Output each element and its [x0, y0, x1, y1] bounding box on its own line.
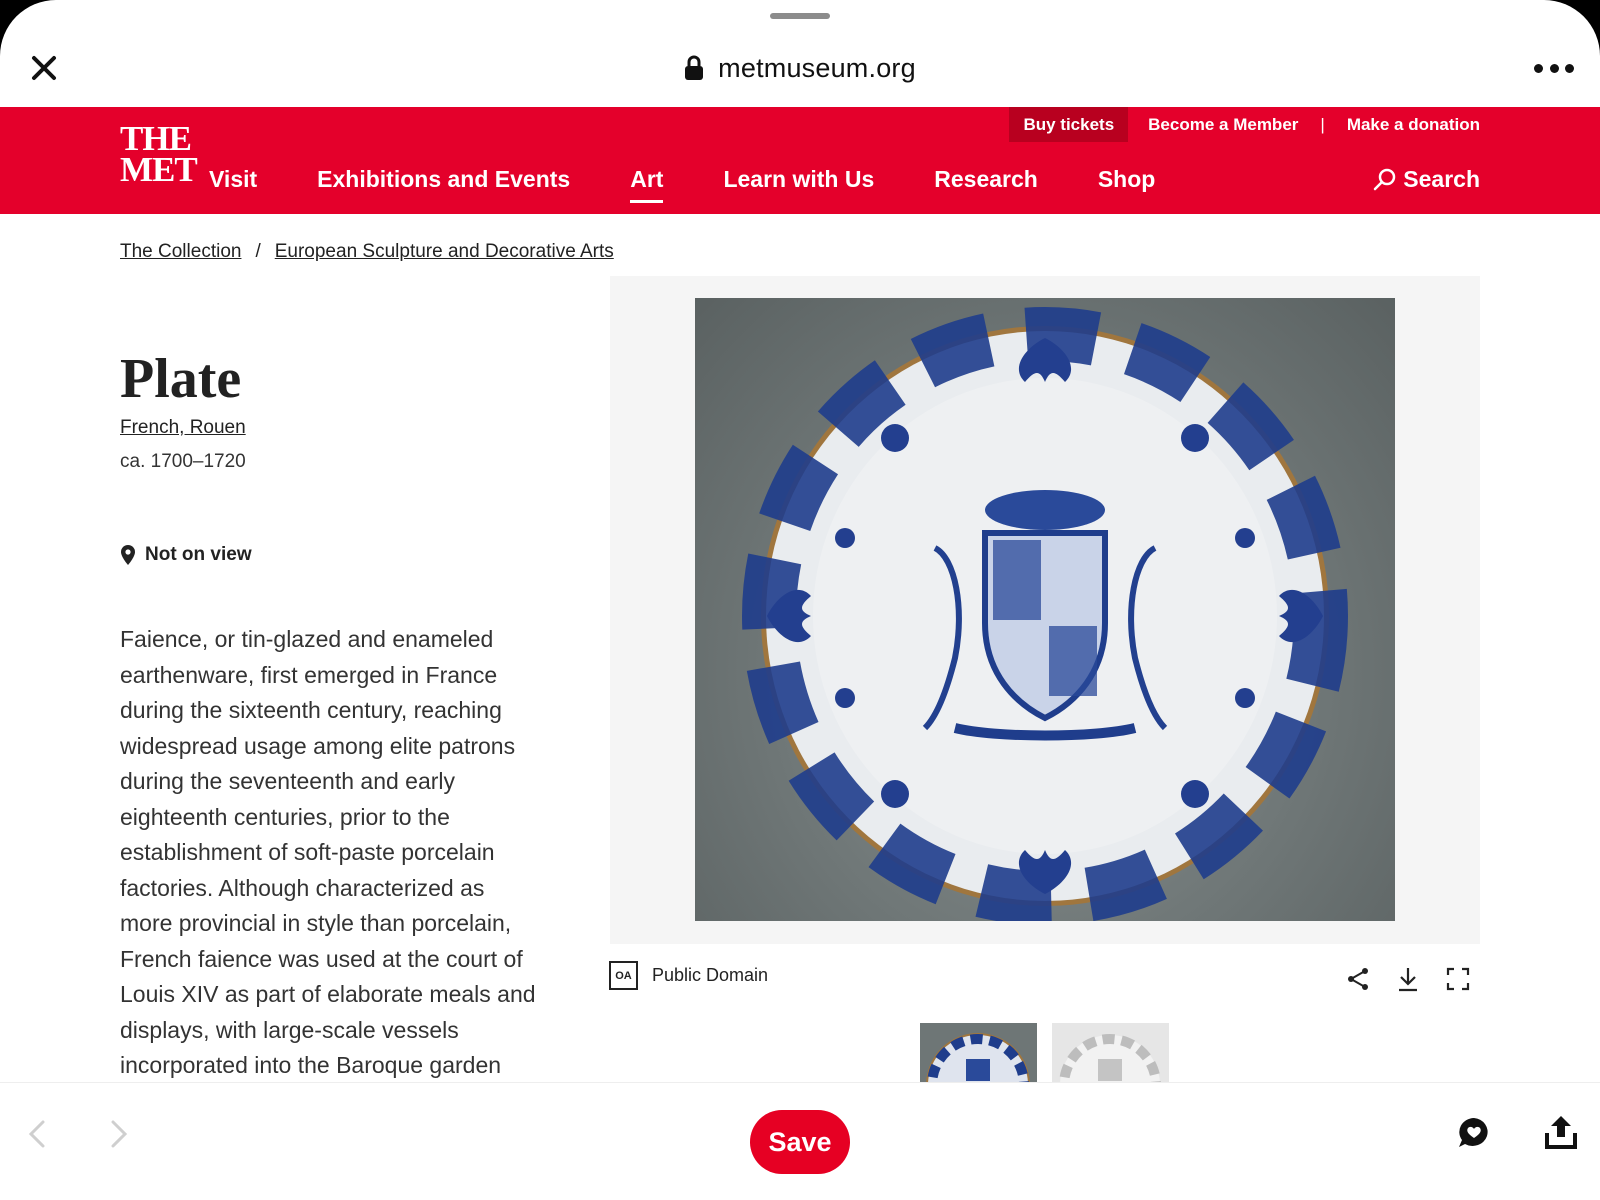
- nav-shop[interactable]: Shop: [1098, 166, 1156, 193]
- search-label: Search: [1403, 165, 1480, 192]
- share-pin-button[interactable]: [1543, 1113, 1579, 1151]
- plate-image[interactable]: [695, 298, 1395, 921]
- download-image-button[interactable]: [1394, 965, 1422, 993]
- nav-art[interactable]: Art: [630, 166, 664, 203]
- rights-info: OA Public Domain: [609, 961, 768, 990]
- ellipsis-icon: [1534, 63, 1543, 73]
- object-date: ca. 1700–1720: [120, 451, 246, 472]
- image-viewer: [610, 276, 1480, 944]
- upload-share-icon: [1545, 1116, 1577, 1149]
- breadcrumb-the-collection[interactable]: The Collection: [120, 241, 241, 263]
- nav-visit[interactable]: Visit: [209, 166, 257, 193]
- open-access-badge: OA: [609, 961, 638, 990]
- more-options-button[interactable]: [1534, 56, 1574, 80]
- object-culture-link[interactable]: French, Rouen: [120, 417, 246, 439]
- location-pin-icon: [121, 545, 135, 565]
- nav-exhibitions-and-events[interactable]: Exhibitions and Events: [317, 166, 570, 193]
- address-bar[interactable]: metmuseum.org: [0, 48, 1600, 88]
- back-button[interactable]: [22, 1119, 52, 1149]
- search-button[interactable]: Search: [1373, 159, 1480, 199]
- share-image-button[interactable]: [1344, 965, 1372, 993]
- main-nav: Visit Exhibitions and Events Art Learn w…: [209, 159, 1215, 203]
- on-view-label: Not on view: [145, 544, 252, 565]
- save-button[interactable]: Save: [750, 1110, 850, 1174]
- breadcrumb: The Collection / European Sculpture and …: [120, 241, 614, 263]
- thumbnail-1[interactable]: [920, 1023, 1037, 1082]
- url-text: metmuseum.org: [718, 52, 916, 83]
- message-button[interactable]: [1456, 1115, 1492, 1151]
- download-icon: [1399, 968, 1417, 992]
- search-icon: [1374, 168, 1396, 191]
- breadcrumb-european-sculpture[interactable]: European Sculpture and Decorative Arts: [275, 241, 614, 263]
- buy-tickets-link[interactable]: Buy tickets: [1009, 107, 1129, 142]
- plate-illustration: [742, 307, 1348, 921]
- thumbnail-1-image: [926, 1033, 1030, 1082]
- app-sheet: metmuseum.org THE MET Buy tickets Become…: [0, 0, 1600, 1200]
- image-thumbnails: [920, 1023, 1169, 1082]
- sheet-grabber[interactable]: [770, 13, 830, 19]
- thumbnail-2-image: [1059, 1034, 1161, 1082]
- become-member-link[interactable]: Become a Member: [1148, 115, 1298, 135]
- rights-label: Public Domain: [652, 965, 769, 985]
- bottom-toolbar: Save: [0, 1082, 1600, 1200]
- object-description: Faience, or tin-glazed and enameled eart…: [120, 626, 536, 1078]
- nav-research[interactable]: Research: [934, 166, 1038, 193]
- chat-bubble-heart-icon: [1459, 1118, 1488, 1147]
- forward-button[interactable]: [104, 1119, 134, 1149]
- thumbnail-2[interactable]: [1052, 1023, 1169, 1082]
- on-view-status: Not on view: [120, 544, 252, 566]
- fullscreen-image-button[interactable]: [1444, 965, 1472, 993]
- utility-separator: |: [1320, 114, 1325, 134]
- share-icon: [1348, 968, 1368, 990]
- breadcrumb-separator: /: [255, 241, 261, 262]
- site-header: THE MET Buy tickets Become a Member | Ma…: [0, 107, 1600, 214]
- make-donation-link[interactable]: Make a donation: [1347, 115, 1480, 135]
- fullscreen-icon: [1446, 967, 1470, 991]
- utility-nav: Buy tickets Become a Member | Make a don…: [1009, 107, 1480, 142]
- lock-icon: [685, 55, 704, 80]
- nav-learn-with-us[interactable]: Learn with Us: [723, 166, 874, 193]
- met-logo[interactable]: THE MET: [120, 121, 198, 187]
- chevron-right-icon: [111, 1120, 128, 1148]
- chevron-left-icon: [28, 1120, 45, 1148]
- image-actions: [1344, 965, 1472, 993]
- object-title: Plate: [120, 348, 242, 410]
